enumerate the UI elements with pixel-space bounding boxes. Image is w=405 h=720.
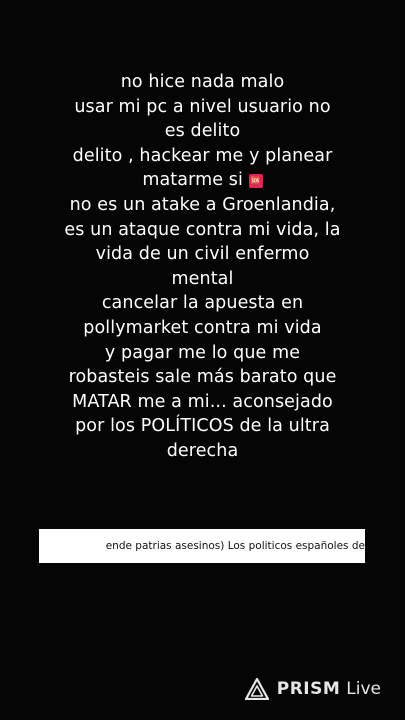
- video-frame: no hice nada malo usar mi pc a nivel usu…: [0, 0, 405, 720]
- caption-line: derecha: [166, 440, 239, 461]
- prism-logo-icon: [244, 678, 269, 700]
- caption-line: cancelar la apuesta en: [101, 293, 304, 314]
- scrolling-ticker-banner: ende patrias asesinos) Los politicos esp…: [39, 529, 365, 563]
- caption-line: y pagar me lo que me: [104, 342, 301, 363]
- caption-line: es delito: [164, 121, 241, 142]
- caption-line: robasteis sale más barato que: [68, 367, 337, 388]
- caption-line: usar mi pc a nivel usuario no: [74, 96, 331, 117]
- watermark-brand: PRISM: [276, 679, 341, 699]
- caption-line: pollymarket contra mi vida: [83, 317, 322, 338]
- watermark-suffix: Live: [346, 679, 381, 699]
- ticker-text: ende patrias asesinos) Los politicos esp…: [105, 540, 365, 552]
- caption-line: no es un atake a Groenlandia,: [69, 194, 336, 215]
- caption-line-text: matarme si: [142, 170, 243, 191]
- caption-line: delito , hackear me y planear: [72, 145, 333, 166]
- caption-line: vida de un civil enfermo: [95, 244, 310, 265]
- caption-line: MATAR me a mi... aconsejado: [72, 391, 333, 412]
- caption-line: por los POLÍTICOS de la ultra: [75, 416, 330, 437]
- caption-line-with-emoji: matarme si 🆘: [30, 168, 375, 193]
- caption-line: es un ataque contra mi vida, la: [64, 219, 341, 240]
- caption-line: mental: [171, 268, 234, 289]
- caption-line: no hice nada malo: [120, 72, 285, 92]
- caption-text-block: no hice nada malo usar mi pc a nivel usu…: [30, 70, 375, 464]
- prism-live-watermark: PRISM Live: [244, 676, 381, 702]
- sos-emoji-icon: 🆘: [248, 174, 263, 189]
